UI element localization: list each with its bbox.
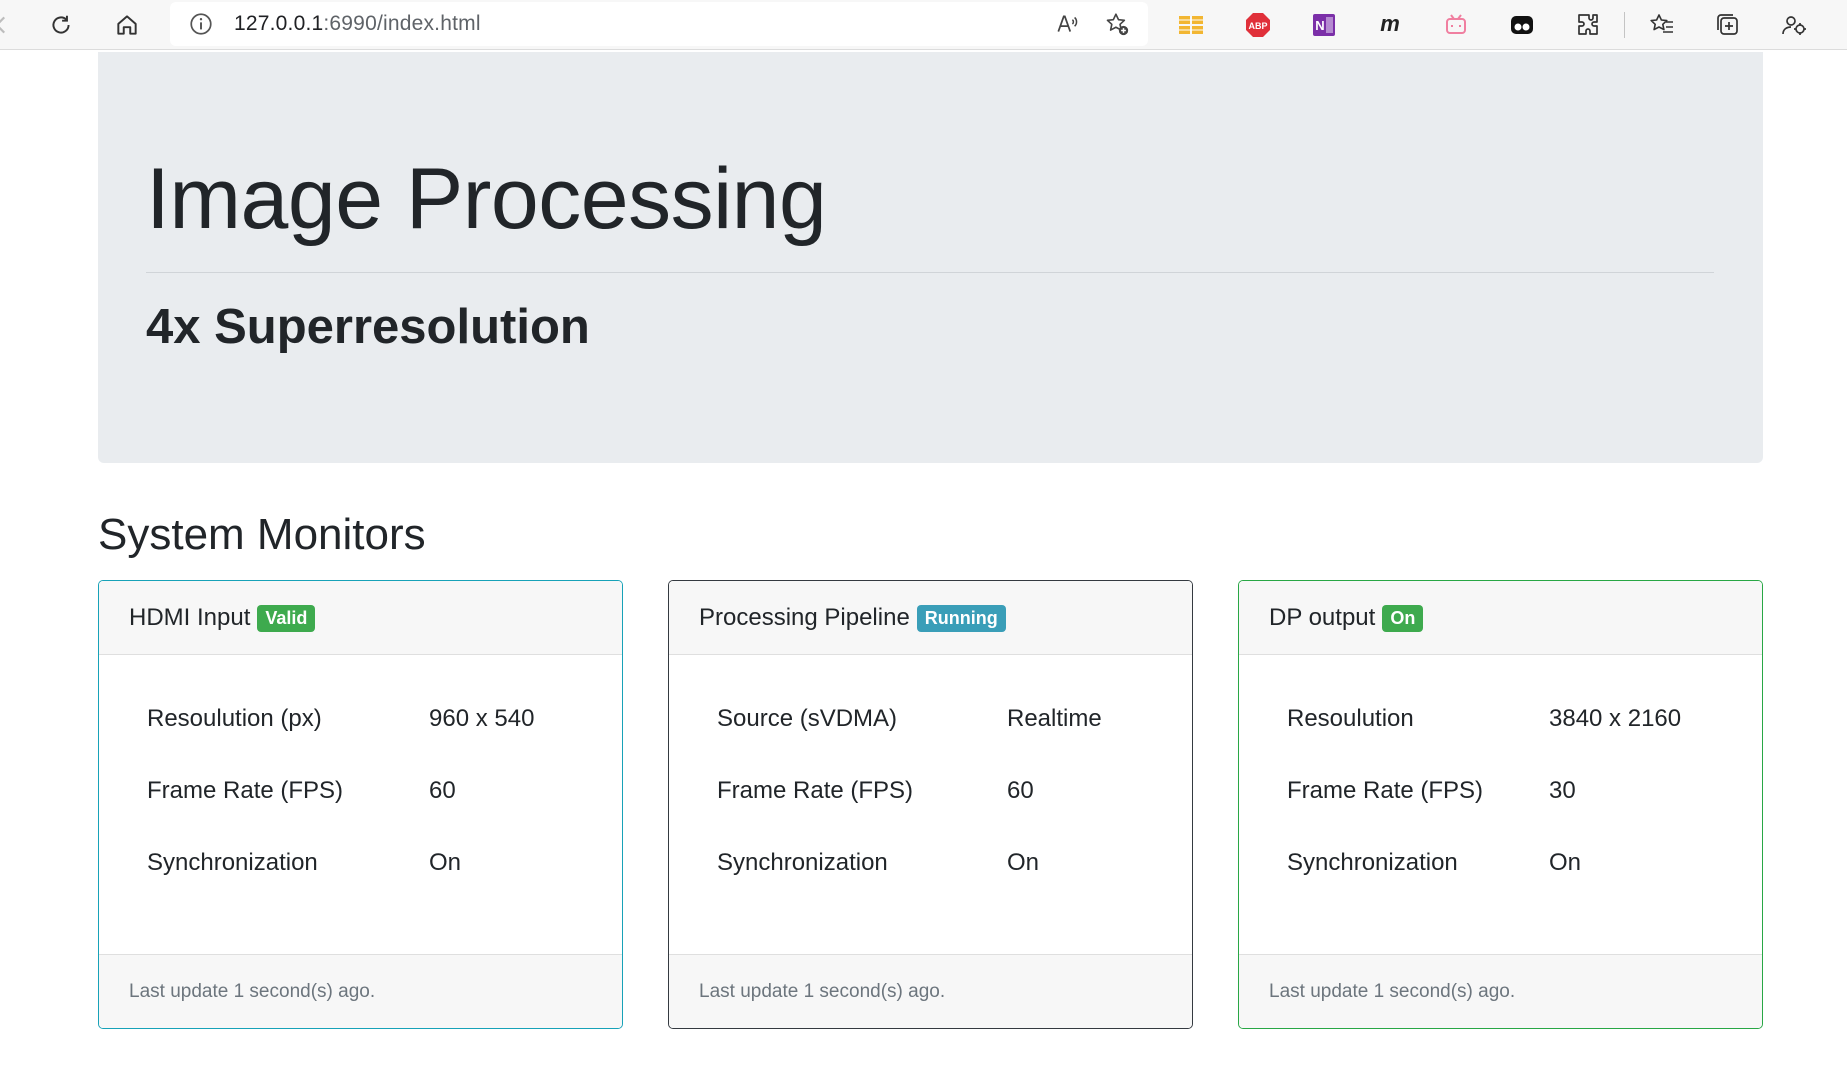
m-extension-icon[interactable]: m xyxy=(1374,9,1406,41)
row-label: Resoulution xyxy=(1287,705,1414,732)
read-aloud-icon[interactable] xyxy=(1054,11,1080,37)
section-title: System Monitors xyxy=(98,510,426,559)
add-favorite-icon[interactable] xyxy=(1104,11,1130,37)
page-title: Image Processing xyxy=(146,151,827,247)
card-body: Resoulution 3840 x 2160 Frame Rate (FPS)… xyxy=(1239,655,1762,955)
row-value: 3840 x 2160 xyxy=(1549,705,1682,732)
row-value: On xyxy=(429,849,462,876)
url-host: 127.0.0.1 xyxy=(234,12,324,35)
dark-mask-icon[interactable] xyxy=(1506,9,1538,41)
jumbotron xyxy=(98,52,1763,463)
extensions-icon[interactable] xyxy=(1572,9,1604,41)
processing-pipeline-card: Processing Pipeline Running Source (sVDM… xyxy=(668,580,1193,1029)
status-badge: On xyxy=(1382,605,1424,632)
dp-output-card: DP output On Resoulution 3840 x 2160 Fra… xyxy=(1238,580,1763,1029)
row-label: Frame Rate (FPS) xyxy=(147,777,344,804)
bilibili-icon[interactable] xyxy=(1440,9,1472,41)
row-label: Synchronization xyxy=(147,849,318,876)
status-badge: Running xyxy=(916,605,1006,632)
adblock-label: ABP xyxy=(1248,21,1267,31)
card-title: DP output xyxy=(1269,603,1376,631)
browser-toolbar: 127.0.0.1:6990/index.html ABP N m xyxy=(0,0,1847,50)
url-text[interactable]: 127.0.0.1:6990/index.html xyxy=(234,12,481,36)
card-header: Processing Pipeline Running xyxy=(669,581,1192,655)
card-title: Processing Pipeline xyxy=(699,603,910,631)
adblock-plus-icon[interactable]: ABP xyxy=(1242,9,1274,41)
row-value: On xyxy=(1549,849,1582,876)
card-body: Source (sVDMA) Realtime Frame Rate (FPS)… xyxy=(669,655,1192,955)
onenote-label: N xyxy=(1315,18,1324,33)
card-header: DP output On xyxy=(1239,581,1762,655)
jumbotron-divider xyxy=(146,272,1714,273)
row-label: Resoulution (px) xyxy=(147,705,322,732)
card-footer: Last update 1 second(s) ago. xyxy=(99,954,622,1028)
extension-grid-icon[interactable] xyxy=(1175,9,1207,41)
home-icon[interactable] xyxy=(108,6,146,44)
row-value: On xyxy=(1007,849,1040,876)
m-extension-label: m xyxy=(1380,11,1400,36)
row-label: Source (sVDMA) xyxy=(717,705,898,732)
card-title: HDMI Input xyxy=(129,603,251,631)
refresh-icon[interactable] xyxy=(42,6,80,44)
row-label: Synchronization xyxy=(717,849,888,876)
row-value: Realtime xyxy=(1007,705,1102,732)
row-value: 30 xyxy=(1549,777,1576,804)
card-body: Resoulution (px) 960 x 540 Frame Rate (F… xyxy=(99,655,622,955)
row-label: Frame Rate (FPS) xyxy=(1287,777,1484,804)
status-badge: Valid xyxy=(257,605,316,632)
card-footer: Last update 1 second(s) ago. xyxy=(1239,954,1762,1028)
url-path: :6990/index.html xyxy=(323,12,481,35)
back-icon[interactable] xyxy=(0,6,20,44)
onenote-icon[interactable]: N xyxy=(1308,9,1340,41)
profile-icon[interactable] xyxy=(1778,9,1810,41)
card-footer: Last update 1 second(s) ago. xyxy=(669,954,1192,1028)
card-header: HDMI Input Valid xyxy=(99,581,622,655)
row-value: 60 xyxy=(429,777,456,804)
site-info-icon[interactable] xyxy=(188,11,214,37)
row-label: Synchronization xyxy=(1287,849,1458,876)
toolbar-separator xyxy=(1624,12,1625,38)
collections-icon[interactable] xyxy=(1712,9,1744,41)
hdmi-input-card: HDMI Input Valid Resoulution (px) 960 x … xyxy=(98,580,623,1029)
row-value: 960 x 540 xyxy=(429,705,535,732)
address-bar[interactable]: 127.0.0.1:6990/index.html xyxy=(170,2,1148,46)
favorites-icon[interactable] xyxy=(1646,9,1678,41)
row-label: Frame Rate (FPS) xyxy=(717,777,914,804)
row-value: 60 xyxy=(1007,777,1034,804)
page-subtitle: 4x Superresolution xyxy=(146,300,590,354)
